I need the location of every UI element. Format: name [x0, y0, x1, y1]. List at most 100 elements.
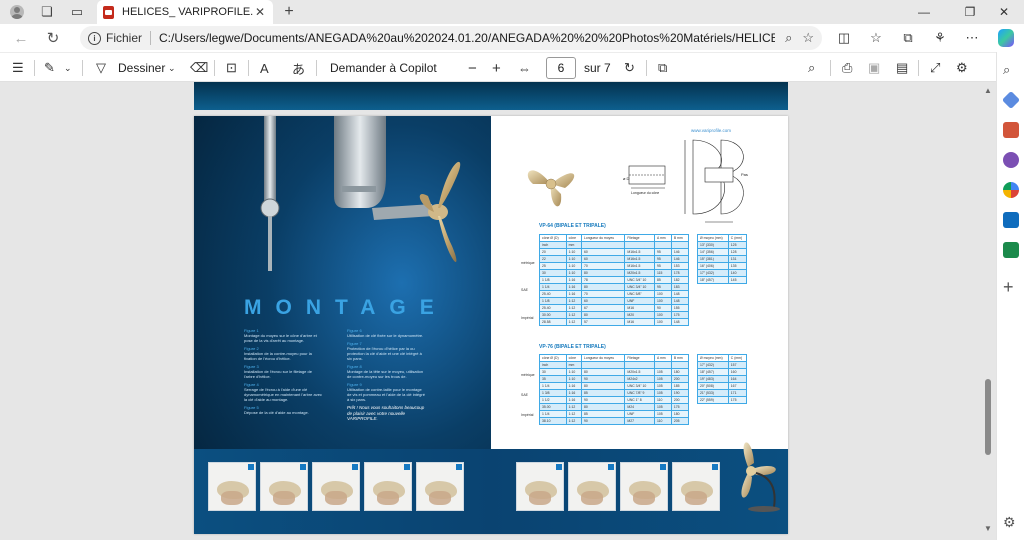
table-cell: 25.40	[539, 290, 567, 298]
table-cell: 1:12	[565, 403, 582, 411]
table-header-cell: cône	[565, 234, 582, 242]
table-cell: 155	[670, 304, 690, 312]
draw-icon[interactable]: ▽	[96, 60, 106, 76]
outlook-icon[interactable]	[1003, 212, 1019, 228]
user-icon	[10, 5, 24, 19]
divider	[82, 60, 83, 76]
table-cell: 35	[539, 375, 567, 383]
chevron-down-icon[interactable]: ⌄	[64, 60, 72, 76]
ask-copilot-button[interactable]: Demander à Copilot	[330, 61, 437, 75]
contents-list-icon[interactable]: ☰	[12, 60, 24, 76]
settings-gear-icon[interactable]: ⚙	[956, 60, 968, 76]
text-box-icon[interactable]: ⊡	[226, 60, 237, 76]
address-bar[interactable]: i Fichier C:/Users/legwe/Documents/ANEGA…	[80, 26, 822, 50]
tab-actions-icon[interactable]: ▭	[68, 3, 86, 21]
table-header-row: Ø moyeu (mm) C (mm)	[697, 354, 748, 362]
tab-helices-pdf[interactable]: HELICES_ VARIPROFILE.pdf ✕	[97, 0, 273, 24]
table-cell: 78	[580, 276, 626, 284]
tab-title: HELICES_ VARIPROFILE.pdf	[122, 6, 253, 18]
propeller-on-stand-photo	[741, 442, 780, 512]
people-icon[interactable]	[1003, 152, 1019, 168]
table-cell: 20	[539, 248, 567, 256]
table-cell: 1 1/2	[539, 396, 567, 404]
read-aloud-icon[interactable]: A	[260, 60, 269, 76]
zoom-in-icon[interactable]: +	[492, 60, 501, 77]
eraser-icon[interactable]: ⌫	[190, 60, 208, 76]
save-icon[interactable]: ▣	[868, 60, 880, 76]
favorites-icon[interactable]: ☆	[868, 30, 884, 46]
back-arrow-icon[interactable]: ←	[12, 29, 30, 47]
url-text[interactable]: C:/Users/legwe/Documents/ANEGADA%20au%20…	[159, 31, 775, 45]
table-cell: UNC 5/8"	[624, 290, 655, 298]
workspaces-icon[interactable]: ❏	[38, 3, 56, 21]
sidebar-settings-icon[interactable]: ⚙	[1003, 514, 1019, 530]
highlight-icon[interactable]: ✎	[44, 60, 55, 76]
table-cell: M27	[624, 417, 655, 425]
fullscreen-icon[interactable]: ⤢	[930, 60, 940, 76]
new-tab-button[interactable]: +	[280, 3, 298, 21]
table-cell: M20x1.5	[624, 368, 655, 376]
table-cell: 1 1/4	[539, 382, 567, 390]
table-header-cell: B mm	[670, 234, 690, 242]
favorite-star-icon[interactable]: ☆	[802, 30, 814, 46]
copilot-icon[interactable]	[998, 29, 1014, 47]
print-icon[interactable]: ⎙	[842, 60, 852, 76]
draw-label[interactable]: Dessiner	[118, 61, 165, 75]
vertical-scrollbar[interactable]: ▲ ▼	[980, 82, 996, 540]
figure-caption: Figure 9 Utilisation de contre-taille pou…	[347, 382, 425, 402]
pdf-viewer[interactable]: MONTAGE Figure 1 Montage du moyeu sur le …	[0, 82, 996, 540]
close-window-button[interactable]: ✕	[982, 0, 1024, 24]
profile-avatar[interactable]	[8, 3, 26, 21]
tag-icon[interactable]	[1001, 90, 1021, 110]
page-view-icon[interactable]: ⧉	[658, 60, 667, 76]
table-row: 19" (483) 164	[697, 375, 748, 383]
table-cell: 110	[653, 417, 672, 425]
more-menu-icon[interactable]: ⋯	[964, 30, 980, 46]
save-as-icon[interactable]: ▤	[896, 60, 908, 76]
figure-caption: Figure 7 Protection de l'écrou d'hélice p…	[347, 341, 422, 361]
table-cell: 1:10	[565, 375, 582, 383]
translate-icon[interactable]: あ	[292, 60, 305, 77]
table-cell: 85	[653, 276, 672, 284]
divider	[214, 60, 215, 76]
toolbox-icon[interactable]	[1003, 122, 1019, 138]
rotate-icon[interactable]: ↻	[624, 60, 635, 76]
table-header-cell: Longueur du moyeu	[580, 234, 626, 242]
table-header-cell: Ø moyeu (mm)	[697, 354, 729, 362]
chevron-down-icon[interactable]: ⌄	[168, 60, 176, 76]
page-number-input[interactable]: 6	[546, 57, 576, 79]
page-total: sur 7	[584, 61, 611, 75]
table-cell: 182	[670, 276, 690, 284]
search-icon[interactable]: ⌕	[808, 60, 815, 76]
zoom-out-icon[interactable]: −	[468, 60, 477, 77]
search-icon[interactable]: ⌕	[1003, 62, 1019, 78]
close-tab-icon[interactable]: ✕	[253, 5, 267, 19]
table-cell: 90	[580, 375, 626, 383]
minimize-button[interactable]: —	[902, 0, 946, 24]
vp64-hub-table: Ø moyeu (mm) C (mm) 13" (330) 125 14" (356) 1…	[697, 234, 748, 284]
table-row: 35.00 1:12 80 M24 105 175	[539, 403, 690, 411]
vp76-title: VP-76 (BIPALE ET TRIPALE)	[539, 344, 606, 350]
info-icon[interactable]: i	[88, 31, 101, 45]
scroll-down-icon[interactable]: ▼	[984, 524, 992, 533]
split-screen-icon[interactable]: ◫	[836, 30, 852, 46]
scroll-up-icon[interactable]: ▲	[984, 86, 992, 95]
figures-column-2: Figure 6 Utilisation de clé fixée sur le …	[347, 328, 427, 422]
extensions-icon[interactable]: ⚘	[932, 30, 948, 46]
pdf-page-spread: MONTAGE Figure 1 Montage du moyeu sur le …	[194, 116, 788, 534]
table-row: 21" (533) 171	[697, 389, 748, 397]
collections-icon[interactable]: ⧉	[900, 30, 916, 46]
table-cell: 14" (356)	[697, 248, 729, 256]
refresh-icon[interactable]: ↻	[44, 29, 62, 47]
table-cell: mm	[565, 241, 582, 249]
table-cell: 19" (483)	[697, 375, 729, 383]
zoom-search-icon[interactable]: ⌕	[785, 30, 792, 46]
m365-icon[interactable]	[1003, 182, 1019, 198]
sheets-icon[interactable]	[1003, 242, 1019, 258]
fit-page-icon[interactable]: ⇔	[518, 60, 531, 76]
add-app-icon[interactable]: +	[1003, 278, 1019, 296]
scrollbar-thumb[interactable]	[985, 379, 991, 455]
table-cell: 1:12	[565, 318, 582, 326]
table-row: 17" (432) 140	[697, 269, 748, 277]
table-cell	[653, 361, 672, 369]
